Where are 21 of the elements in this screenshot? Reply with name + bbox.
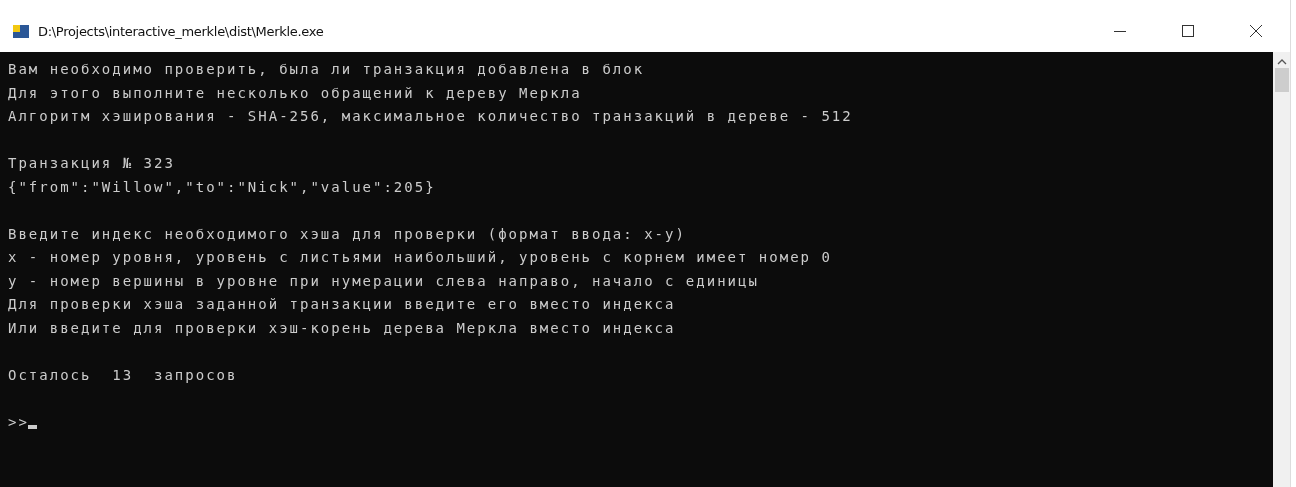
console-line: Для проверки хэша заданной транзакции введите его вместо индекса xyxy=(8,295,676,314)
console-line: x - номер уровня, уровень с листьями наибольший, уровень с корнем имеет номер 0 xyxy=(8,248,832,267)
prompt: >> xyxy=(8,412,29,432)
console-line: Введите индекс необходимого хэша для проверки (формат ввода: x-y) xyxy=(8,224,686,244)
console-line: Транзакция № 323 xyxy=(8,154,175,173)
console-line: Или введите для проверки хэш-корень дерева Меркла вместо индекса xyxy=(8,318,676,338)
console-line: Осталось 13 запросов xyxy=(8,365,238,385)
console-line: Вам необходимо проверить, была ли транзакция добавлена в блок xyxy=(8,60,645,79)
text-cursor xyxy=(27,425,37,429)
console-line: {"from":"Willow","to":"Nick","value":205} xyxy=(8,177,436,197)
window-title: D:\Projects\interactive_merkle\dist\Merkle.exe xyxy=(38,23,325,39)
console-line: Для этого выполните несколько обращений к дереву Меркла xyxy=(8,83,582,103)
close-icon xyxy=(1250,25,1262,37)
scrollbar-thumb[interactable] xyxy=(1274,68,1289,92)
minimize-icon xyxy=(1114,30,1126,32)
scroll-up-icon[interactable] xyxy=(1276,58,1287,66)
scrollbar[interactable] xyxy=(1273,52,1290,487)
maximize-icon xyxy=(1182,25,1194,37)
app-icon xyxy=(12,22,30,40)
console-line: y - номер вершины в уровне при нумерации слева направо, начало с единицы xyxy=(8,271,759,291)
console-line: Алгоритм хэширования - SHA-256, максимальное количество транзакций в дереве - 512 xyxy=(8,107,853,126)
